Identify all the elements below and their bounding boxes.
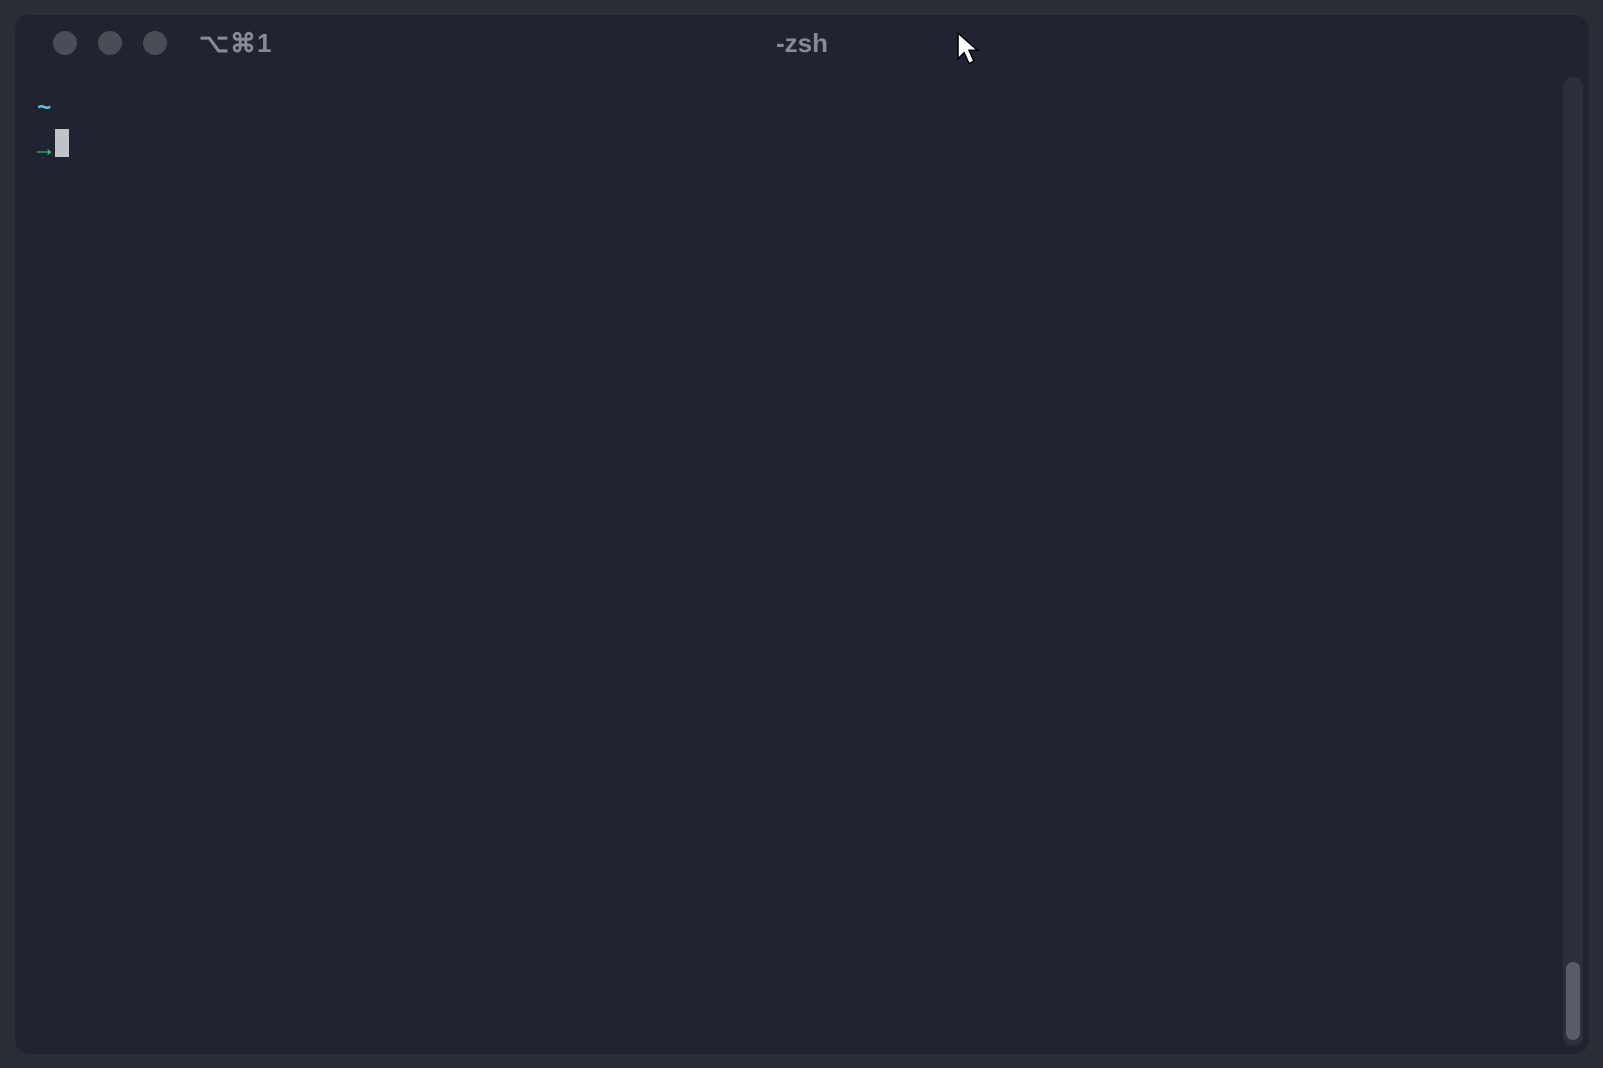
- prompt-arrow-icon: →: [37, 132, 51, 169]
- maximize-button[interactable]: [143, 31, 167, 55]
- traffic-lights: [53, 31, 167, 55]
- titlebar[interactable]: ⌥⌘1 -zsh: [15, 15, 1589, 71]
- prompt-input-line[interactable]: →: [37, 128, 1583, 169]
- hotkey-label: ⌥⌘1: [199, 28, 272, 59]
- scrollbar-thumb[interactable]: [1566, 962, 1580, 1040]
- minimize-button[interactable]: [98, 31, 122, 55]
- cwd-label: ~: [37, 91, 51, 128]
- window-title: -zsh: [776, 28, 828, 59]
- scrollbar-track[interactable]: [1563, 77, 1583, 1046]
- prompt-cwd-line: ~: [37, 91, 1583, 128]
- close-button[interactable]: [53, 31, 77, 55]
- cursor-block-icon: [55, 129, 69, 157]
- terminal-body[interactable]: ~ →: [15, 71, 1589, 1054]
- terminal-window: ⌥⌘1 -zsh ~ →: [15, 15, 1589, 1054]
